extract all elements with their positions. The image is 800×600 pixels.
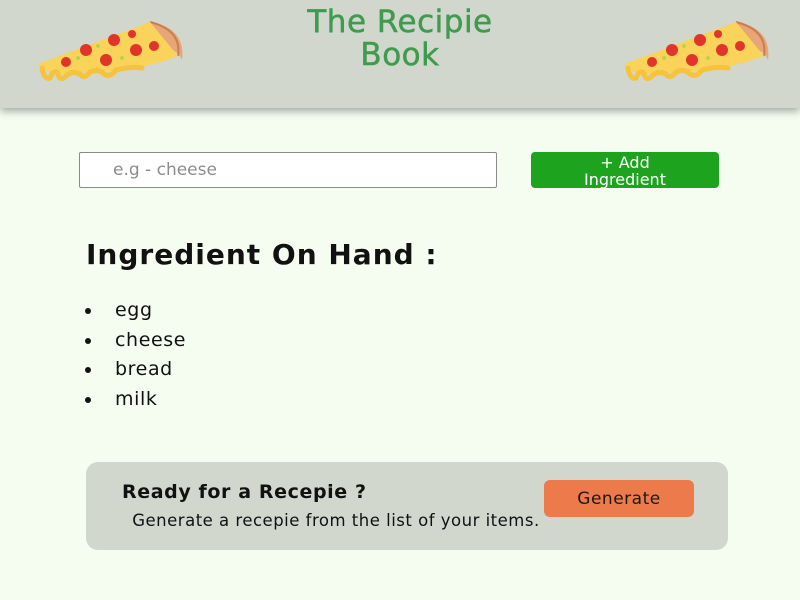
- app-title-line-2: Book: [360, 37, 440, 73]
- pizza-slice-icon: [38, 21, 183, 82]
- add-ingredient-button[interactable]: + Add Ingredient: [531, 152, 719, 188]
- app-title-line-1: The Recipie: [307, 4, 493, 40]
- list-item: cheese: [85, 326, 186, 356]
- bullet-icon: [85, 337, 91, 344]
- add-ingredient-button-line-1: + Add: [600, 152, 650, 172]
- app-header: The Recipie Book: [0, 0, 800, 108]
- ingredient-label: bread: [115, 358, 173, 380]
- list-item: bread: [85, 355, 186, 385]
- list-item: egg: [85, 296, 186, 326]
- ingredients-heading: Ingredient On Hand :: [86, 238, 438, 271]
- generate-button[interactable]: Generate: [544, 480, 694, 517]
- bullet-icon: [85, 396, 91, 403]
- bullet-icon: [85, 367, 91, 373]
- bullet-icon: [85, 308, 91, 314]
- ingredient-label: milk: [115, 387, 158, 410]
- app-title: The Recipie Book: [200, 4, 600, 73]
- ingredient-label: cheese: [115, 328, 187, 351]
- generate-recipe-card: Ready for a Recepie ? Generate a recepie…: [86, 462, 728, 550]
- list-item: milk: [85, 385, 186, 415]
- add-ingredient-button-line-2: Ingredient: [584, 169, 666, 189]
- pizza-slice-icon: [624, 21, 769, 82]
- ingredient-input[interactable]: [79, 152, 497, 188]
- cta-title: Ready for a Recepie ?: [122, 481, 367, 503]
- ingredient-list: egg cheese bread milk: [85, 296, 186, 414]
- ingredient-label: egg: [115, 299, 153, 321]
- cta-description: Generate a recepie from the list of your…: [132, 511, 540, 530]
